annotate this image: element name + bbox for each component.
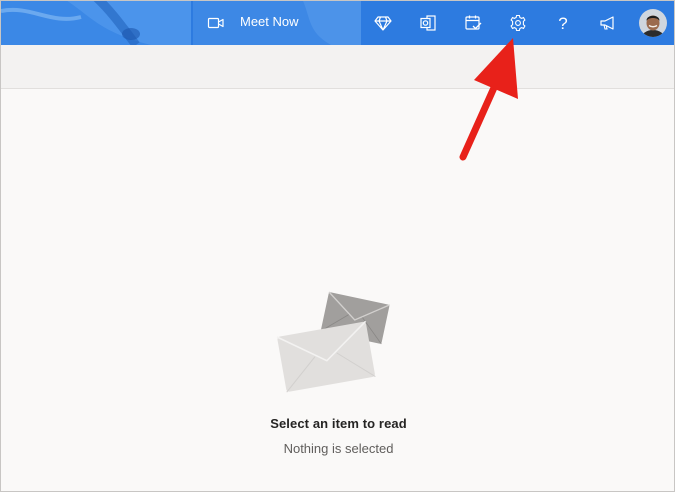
account-avatar[interactable] [639,9,667,37]
premium-diamond-button[interactable] [369,9,397,37]
video-camera-icon [207,17,224,29]
command-bar [1,45,674,89]
office-apps-button[interactable] [414,9,442,37]
settings-button[interactable] [504,9,532,37]
meet-now-label: Meet Now [240,14,299,29]
feedback-button[interactable] [594,9,622,37]
my-day-button[interactable] [459,9,487,37]
meet-now-button[interactable]: Meet Now [193,1,361,45]
reading-pane-empty-title: Select an item to read [270,416,407,431]
top-header-bar: Meet Now ? [1,1,674,45]
outlook-window: Meet Now ? Select an item to read Nothin… [0,0,675,492]
calendar-check-icon [465,15,482,30]
diamond-icon [374,16,392,31]
reading-pane-empty-subtitle: Nothing is selected [283,441,394,456]
help-button[interactable]: ? [549,9,577,37]
gear-icon [510,14,526,32]
empty-state-envelopes-illustration [276,291,390,393]
help-icon: ? [558,13,568,33]
megaphone-icon [600,16,614,30]
avatar-photo [639,9,667,37]
office-icon [420,15,436,31]
